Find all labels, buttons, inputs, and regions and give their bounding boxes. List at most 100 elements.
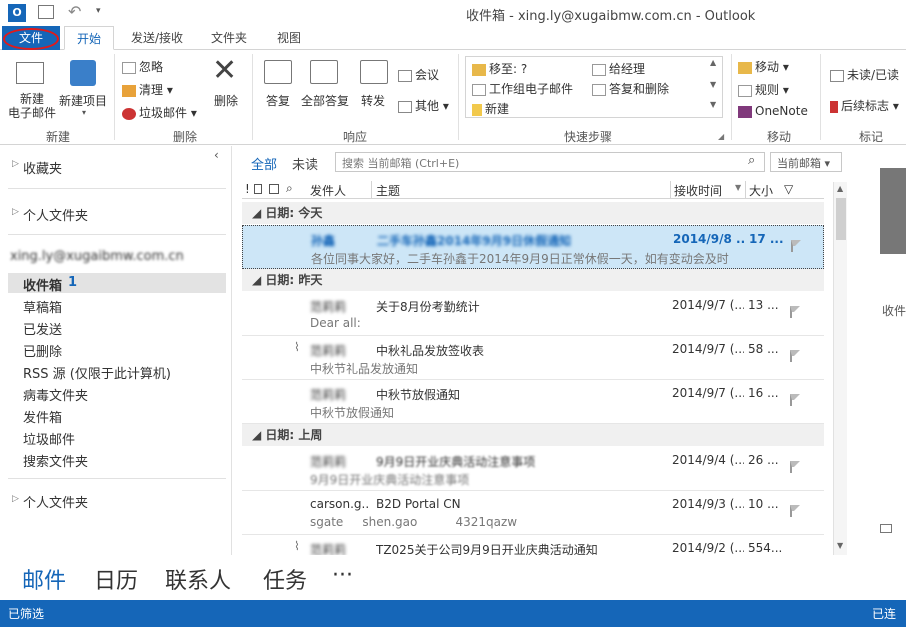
onenote-button[interactable]: OneNote: [738, 104, 808, 118]
group-respond-label: 响应: [342, 130, 367, 144]
scroll-up-icon[interactable]: ▲: [837, 184, 843, 193]
expand-favorites-icon[interactable]: ▷: [12, 159, 19, 169]
send-receive-icon[interactable]: [38, 5, 54, 19]
reading-label: 收件: [882, 304, 906, 318]
group-last-week[interactable]: ◢ 日期: 上周: [242, 424, 824, 446]
personal-folders-2[interactable]: 个人文件夹: [23, 492, 88, 511]
flag-icon[interactable]: [791, 240, 801, 252]
tab-send-receive[interactable]: 发送/接收: [122, 26, 192, 50]
qs-team-button[interactable]: 工作组电子邮件: [472, 80, 573, 97]
nav-people[interactable]: 联系人: [165, 563, 231, 595]
search-folders-item[interactable]: 搜索文件夹: [23, 451, 88, 470]
deleted-item[interactable]: 已删除: [23, 341, 62, 360]
qs-manager-button[interactable]: 给经理: [592, 60, 645, 77]
reply-all-icon: [310, 60, 338, 84]
col-from[interactable]: 发件人: [310, 182, 346, 199]
qs-move-button[interactable]: 移至: ?: [472, 60, 527, 77]
table-row[interactable]: 范莉莉 关于8月份考勤统计 2014/9/7 (... 13 ... Dear …: [242, 292, 824, 336]
qs-new-button[interactable]: 新建: [472, 100, 509, 117]
col-size[interactable]: 大小: [749, 182, 773, 199]
filter-unread[interactable]: 未读: [292, 154, 318, 173]
table-row[interactable]: 孙鑫 二手车孙鑫2014年9月9日休假通知 2014/9/8 ... 17 ..…: [242, 225, 824, 269]
qs-reply-delete-button[interactable]: 答复和删除: [592, 80, 669, 97]
nav-mail[interactable]: 邮件: [22, 563, 66, 595]
collapse-pane-icon[interactable]: ‹: [214, 148, 219, 162]
rules-icon: [738, 84, 752, 97]
outbox-item[interactable]: 发件箱: [23, 407, 62, 426]
folder-pane: ‹ ▷ 收藏夹 ▷ 个人文件夹 xing.ly@xugaibmw.com.cn …: [0, 146, 232, 555]
expand-personal-icon[interactable]: ▷: [12, 207, 19, 217]
favorites[interactable]: 收藏夹: [23, 158, 62, 177]
qs-scroll-down-icon[interactable]: ▼: [710, 80, 716, 89]
nav-tasks[interactable]: 任务: [263, 563, 307, 595]
followup-button[interactable]: 后续标志 ▾: [830, 97, 899, 114]
reminder-icon[interactable]: [269, 184, 279, 194]
expand-personal2-icon[interactable]: ▷: [12, 494, 19, 504]
nav-calendar[interactable]: 日历: [94, 563, 138, 595]
meeting-button[interactable]: 会议: [398, 66, 439, 83]
attachment-icon: ⌇: [294, 340, 300, 354]
attachment-icon: ⌇: [294, 539, 300, 553]
reply-icon: [264, 60, 292, 84]
scroll-thumb[interactable]: [836, 198, 846, 240]
group-new-label: 新建: [45, 130, 70, 144]
more-button[interactable]: 其他 ▾: [398, 97, 449, 114]
search-icon[interactable]: ⌕: [748, 153, 755, 168]
dialog-launcher-icon[interactable]: ◢: [718, 132, 724, 141]
undo-icon[interactable]: ↶: [68, 2, 81, 21]
team-email-icon: [472, 83, 486, 96]
drafts-item[interactable]: 草稿箱: [23, 297, 62, 316]
qs-scroll-up-icon[interactable]: ▲: [710, 58, 716, 67]
group-yesterday[interactable]: ◢ 日期: 昨天: [242, 269, 824, 291]
flag-col-icon[interactable]: ▽: [784, 182, 793, 196]
unread-read-button[interactable]: 未读/已读: [830, 66, 899, 83]
flag-icon[interactable]: [790, 505, 800, 517]
delete-button[interactable]: 删除: [214, 92, 238, 109]
move-button[interactable]: 移动 ▾: [738, 58, 789, 75]
scroll-down-icon[interactable]: ▼: [837, 541, 843, 550]
rss-item[interactable]: RSS 源 (仅限于此计算机): [23, 363, 171, 382]
qs-expand-icon[interactable]: ▼: [710, 100, 716, 109]
tab-home[interactable]: 开始: [64, 26, 114, 50]
importance-icon[interactable]: !: [245, 182, 250, 196]
flag-icon[interactable]: [790, 394, 800, 406]
col-received[interactable]: 接收时间: [674, 182, 722, 199]
personal-folders[interactable]: 个人文件夹: [23, 205, 88, 224]
flag-icon[interactable]: [790, 350, 800, 362]
virus-folder-item[interactable]: 病毒文件夹: [23, 385, 88, 404]
flag-icon[interactable]: [790, 461, 800, 473]
qat-dropdown-icon[interactable]: ▾: [96, 6, 101, 16]
forward-button[interactable]: 转发: [361, 92, 385, 109]
table-row[interactable]: 范莉莉 中秋节放假通知 2014/9/7 (... 16 ... 中秋节放假通知: [242, 380, 824, 424]
junk-button[interactable]: 垃圾邮件 ▾: [122, 104, 197, 121]
table-row[interactable]: ⌇ 范莉莉 TZ025关于公司9月9日开业庆典活动通知 2014/9/2 (..…: [242, 535, 824, 555]
group-today[interactable]: ◢ 日期: 今天: [242, 202, 824, 224]
attachment-col-icon[interactable]: ⌕: [286, 181, 293, 196]
status-filtered: 已筛选: [8, 607, 45, 621]
ignore-button[interactable]: 忽略: [122, 58, 163, 75]
rules-button[interactable]: 规则 ▾: [738, 81, 789, 98]
clean-button[interactable]: 清理 ▾: [122, 81, 173, 98]
reply-all-button[interactable]: 全部答复: [301, 92, 349, 109]
outlook-logo-icon: O: [8, 4, 26, 22]
new-email-button[interactable]: 新建 电子邮件: [6, 92, 58, 120]
sort-desc-icon[interactable]: ▼: [735, 183, 741, 192]
sent-item[interactable]: 已发送: [23, 319, 62, 338]
table-row[interactable]: 范莉莉 9月9日开业庆典活动注意事项 2014/9/4 (... 26 ... …: [242, 447, 824, 491]
flag-icon[interactable]: [790, 306, 800, 318]
new-items-button[interactable]: 新建项目: [59, 92, 107, 109]
list-scrollbar[interactable]: ▲ ▼: [833, 182, 847, 555]
table-row[interactable]: carson.g... B2D Portal CN 2014/9/3 (... …: [242, 491, 824, 535]
account-header[interactable]: xing.ly@xugaibmw.com.cn: [10, 249, 184, 264]
search-scope-dropdown[interactable]: 当前邮箱 ▾: [770, 152, 842, 172]
nav-more[interactable]: ···: [332, 563, 353, 588]
tab-view[interactable]: 视图: [266, 26, 312, 50]
filter-all[interactable]: 全部: [251, 154, 277, 173]
table-row[interactable]: ⌇ 范莉莉 中秋礼品发放签收表 2014/9/7 (... 58 ... 中秋节…: [242, 336, 824, 380]
col-subject[interactable]: 主题: [376, 182, 400, 199]
junk-item[interactable]: 垃圾邮件: [23, 429, 75, 448]
doc-icon[interactable]: [254, 184, 262, 194]
tab-folder[interactable]: 文件夹: [204, 26, 254, 50]
reply-button[interactable]: 答复: [266, 92, 290, 109]
search-input[interactable]: 搜索 当前邮箱 (Ctrl+E): [342, 155, 459, 171]
